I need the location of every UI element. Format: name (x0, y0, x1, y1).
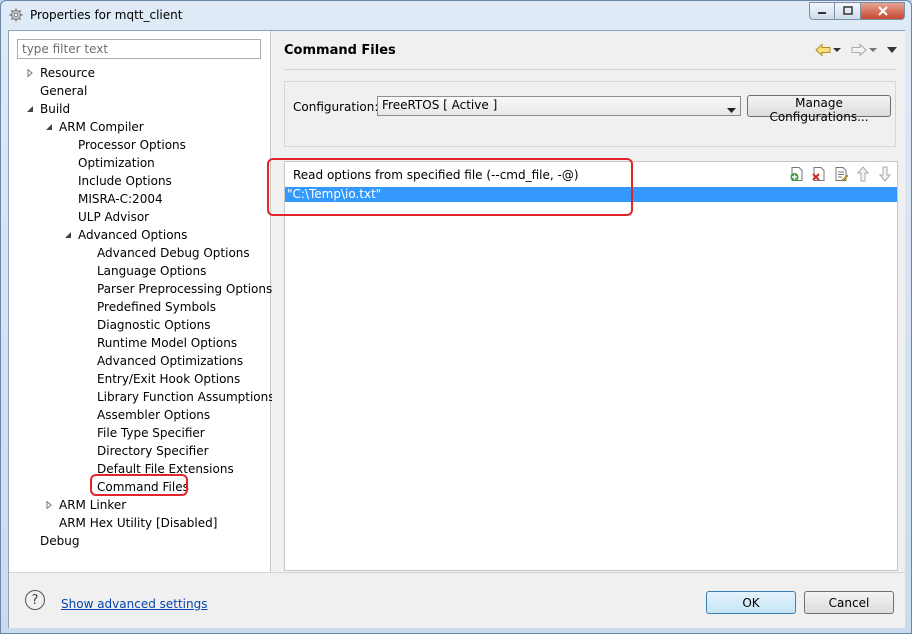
delete-icon[interactable] (811, 166, 827, 182)
header-divider (284, 69, 896, 70)
tree-item-processor-options[interactable]: Processor Options (78, 136, 186, 154)
tree-expanded-icon[interactable] (44, 118, 54, 136)
cancel-button[interactable]: Cancel (804, 591, 894, 614)
tree-item-misra-c-2004[interactable]: MISRA-C:2004 (78, 190, 163, 208)
page-title: Command Files (284, 43, 396, 58)
tree-item-assembler-options[interactable]: Assembler Options (97, 406, 210, 424)
properties-window: Properties for mqtt_client ResourceGener… (0, 0, 912, 634)
navigation-toolbar (815, 41, 897, 59)
window-title: Properties for mqtt_client (30, 8, 183, 22)
window-controls (809, 2, 905, 20)
move-down-icon[interactable] (877, 166, 893, 182)
tree-item-runtime-model-options[interactable]: Runtime Model Options (97, 334, 237, 352)
show-advanced-settings-link[interactable]: Show advanced settings (61, 597, 208, 611)
maximize-icon[interactable] (835, 2, 861, 20)
chevron-down-icon (727, 103, 736, 117)
cmd-file-options-panel: Read options from specified file (--cmd_… (284, 161, 898, 571)
help-icon[interactable]: ? (25, 590, 45, 610)
tree-item-file-type-specifier[interactable]: File Type Specifier (97, 424, 205, 442)
tree-collapsed-icon[interactable] (44, 496, 54, 514)
tree-item-arm-linker[interactable]: ARM Linker (59, 496, 126, 514)
tree-item-build[interactable]: Build (40, 100, 70, 118)
highlight-options-section (267, 158, 633, 216)
configuration-select[interactable]: FreeRTOS [ Active ] (377, 96, 741, 116)
back-dropdown-icon[interactable] (833, 41, 841, 59)
content-pane: Command Files Configuration: FreeRTOS [… (272, 31, 905, 572)
filter-input[interactable] (17, 39, 261, 59)
tree-item-advanced-optimizations[interactable]: Advanced Optimizations (97, 352, 243, 370)
edit-icon[interactable] (833, 166, 849, 182)
forward-dropdown-icon[interactable] (869, 41, 877, 59)
configuration-group: Configuration: FreeRTOS [ Active ] Manag… (284, 81, 896, 147)
tree-item-debug[interactable]: Debug (40, 532, 79, 550)
back-arrow-icon[interactable] (815, 41, 831, 59)
tree-item-diagnostic-options[interactable]: Diagnostic Options (97, 316, 211, 334)
tree-item-entry-exit-hook-options[interactable]: Entry/Exit Hook Options (97, 370, 240, 388)
forward-arrow-icon[interactable] (851, 41, 867, 59)
dialog-footer: ? Show advanced settings OK Cancel (9, 572, 905, 628)
highlight-command-files-item (90, 474, 188, 496)
view-menu-icon[interactable] (887, 41, 897, 59)
tree-item-parser-preprocessing-options[interactable]: Parser Preprocessing Options (97, 280, 272, 298)
list-toolbar (789, 166, 893, 182)
close-icon[interactable] (861, 2, 905, 20)
tree-item-language-options[interactable]: Language Options (97, 262, 206, 280)
tree-item-resource[interactable]: Resource (40, 64, 95, 82)
configuration-label: Configuration: (293, 100, 379, 114)
title-bar[interactable]: Properties for mqtt_client (1, 1, 911, 29)
tree-item-advanced-debug-options[interactable]: Advanced Debug Options (97, 244, 250, 262)
gear-icon (9, 8, 23, 22)
manage-configurations-button[interactable]: Manage Configurations... (747, 95, 891, 124)
tree-collapsed-icon[interactable] (25, 64, 35, 82)
tree-expanded-icon[interactable] (25, 100, 35, 118)
tree-item-include-options[interactable]: Include Options (78, 172, 172, 190)
tree-item-advanced-options[interactable]: Advanced Options (78, 226, 187, 244)
tree-item-predefined-symbols[interactable]: Predefined Symbols (97, 298, 216, 316)
tree-item-optimization[interactable]: Optimization (78, 154, 155, 172)
tree-item-directory-specifier[interactable]: Directory Specifier (97, 442, 209, 460)
add-icon[interactable] (789, 166, 805, 182)
tree-item-ulp-advisor[interactable]: ULP Advisor (78, 208, 149, 226)
minimize-icon[interactable] (809, 2, 835, 20)
tree-item-general[interactable]: General (40, 82, 87, 100)
dialog-client: ResourceGeneralBuildARM CompilerProcesso… (8, 30, 905, 628)
tree-item-arm-compiler[interactable]: ARM Compiler (59, 118, 144, 136)
tree-expanded-icon[interactable] (63, 226, 73, 244)
tree-item-arm-hex-utility-disabled[interactable]: ARM Hex Utility [Disabled] (59, 514, 217, 532)
configuration-value: FreeRTOS [ Active ] (382, 98, 498, 112)
tree-item-library-function-assumptions[interactable]: Library Function Assumptions (97, 388, 275, 406)
ok-button[interactable]: OK (706, 591, 796, 614)
move-up-icon[interactable] (855, 166, 871, 182)
